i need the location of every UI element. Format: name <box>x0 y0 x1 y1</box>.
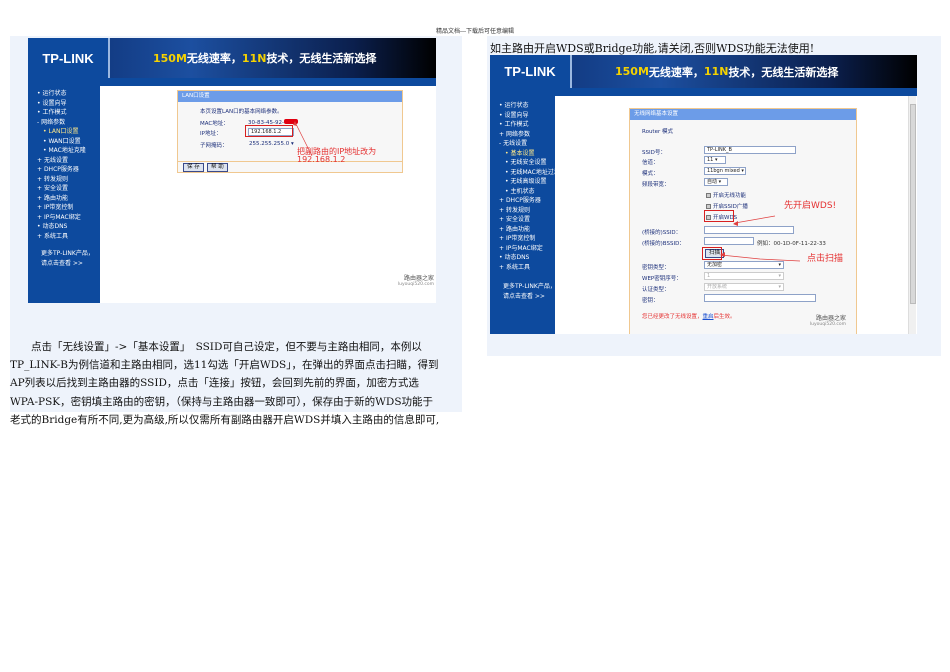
menu-item-active[interactable]: • LAN口设置 <box>28 127 100 137</box>
menu-item[interactable]: - 无线设置 <box>490 139 555 149</box>
tp-link-logo: TP-LINK <box>490 55 572 88</box>
banner-slogan: 150M 无线速率， 11N 技术，无线生活新选择 <box>615 65 839 79</box>
sidebar-menu: • 运行状态 • 设置向导 • 工作模式 - 网络参数 • LAN口设置 • W… <box>28 86 100 303</box>
menu-item[interactable]: + 无线设置 <box>28 156 100 166</box>
menu-item[interactable]: + 系统工具 <box>28 232 100 242</box>
annotation-text: 把副路由的IP地址改为 192.168.1.2 <box>297 147 377 164</box>
wds-warning-caption: 如主路由开启WDS或Bridge功能,请关闭,否则WDS功能无法使用! <box>490 42 815 55</box>
menu-item[interactable]: • 运行状态 <box>490 101 555 111</box>
vertical-scrollbar[interactable] <box>908 96 916 334</box>
menu-item[interactable]: + IP与MAC绑定 <box>28 213 100 223</box>
more-products-text: 更多TP-LINK产品， <box>503 283 556 290</box>
banner: TP-LINK 150M 无线速率， 11N 技术，无线生活新选择 <box>490 55 917 88</box>
menu-item[interactable]: • 动态DNS <box>490 253 555 263</box>
menu-item[interactable]: • 设置向导 <box>28 99 100 109</box>
more-products-link[interactable]: 请点击查看 >> <box>28 259 100 269</box>
left-router-screenshot: TP-LINK 150M 无线速率， 11N 技术，无线生活新选择 • 运行状态 • … <box>28 38 436 303</box>
menu-item[interactable]: + IP带宽控制 <box>490 234 555 244</box>
menu-item[interactable]: + 安全设置 <box>28 184 100 194</box>
more-products-link[interactable]: 请点击查看 >> <box>490 292 555 302</box>
tp-link-logo: TP-LINK <box>28 38 110 78</box>
more-products-text: 更多TP-LINK产品， <box>41 250 94 257</box>
menu-item[interactable]: + 路由功能 <box>28 194 100 204</box>
annotation-click-scan: 点击扫描 <box>807 254 844 264</box>
menu-item[interactable]: • 工作模式 <box>490 120 555 130</box>
menu-item[interactable]: + 转发规则 <box>28 175 100 185</box>
annotation-enable-wds: 先开启WDS! <box>784 201 837 211</box>
annotation-arrow <box>293 121 313 157</box>
scrollbar-thumb[interactable] <box>910 104 916 304</box>
menu-item[interactable]: + DHCP服务器 <box>490 196 555 206</box>
right-router-screenshot: TP-LINK 150M 无线速率， 11N 技术，无线生活新选择 • 运行状态 • … <box>490 55 917 334</box>
menu-item[interactable]: + 系统工具 <box>490 263 555 273</box>
menu-item[interactable]: + IP与MAC绑定 <box>490 244 555 254</box>
menu-item[interactable]: + 路由功能 <box>490 225 555 235</box>
page-header-note: 精品文档---下载后可任意编辑 <box>435 28 515 35</box>
watermark: 路由器之家 luyouqi520.com <box>397 275 434 288</box>
menu-item[interactable]: • WAN口设置 <box>28 137 100 147</box>
menu-item[interactable]: + 安全设置 <box>490 215 555 225</box>
menu-item[interactable]: • 无线高级设置 <box>490 177 555 187</box>
menu-item-active[interactable]: • 基本设置 <box>490 149 555 159</box>
menu-item[interactable]: • 主机状态 <box>490 187 555 197</box>
menu-item[interactable]: + IP带宽控制 <box>28 203 100 213</box>
menu-item[interactable]: - 网络参数 <box>28 118 100 128</box>
menu-item[interactable]: • 无线安全设置 <box>490 158 555 168</box>
instruction-paragraph: 点击「无线设置」->「基本设置」 SSID可自己设定，但不要与主路由相同，本例以… <box>10 341 440 426</box>
menu-item[interactable]: + 网络参数 <box>490 130 555 140</box>
banner: TP-LINK 150M 无线速率， 11N 技术，无线生活新选择 <box>28 38 436 78</box>
menu-item[interactable]: • 设置向导 <box>490 111 555 121</box>
sidebar-menu: • 运行状态 • 设置向导 • 工作模式 + 网络参数 - 无线设置 • 基本设… <box>490 96 560 334</box>
menu-item[interactable]: + DHCP服务器 <box>28 165 100 175</box>
menu-item[interactable]: • 动态DNS <box>28 222 100 232</box>
watermark: 路由器之家 luyouqi520.com <box>809 315 846 328</box>
annotation-arrows <box>720 215 801 262</box>
menu-item[interactable]: + 转发规则 <box>490 206 555 216</box>
menu-item[interactable]: • 运行状态 <box>28 89 100 99</box>
banner-slogan: 150M 无线速率， 11N 技术，无线生活新选择 <box>153 51 377 66</box>
menu-item[interactable]: • 工作模式 <box>28 108 100 118</box>
menu-item[interactable]: • 无线MAC地址过滤 <box>490 168 560 178</box>
menu-item[interactable]: • MAC地址克隆 <box>28 146 100 156</box>
